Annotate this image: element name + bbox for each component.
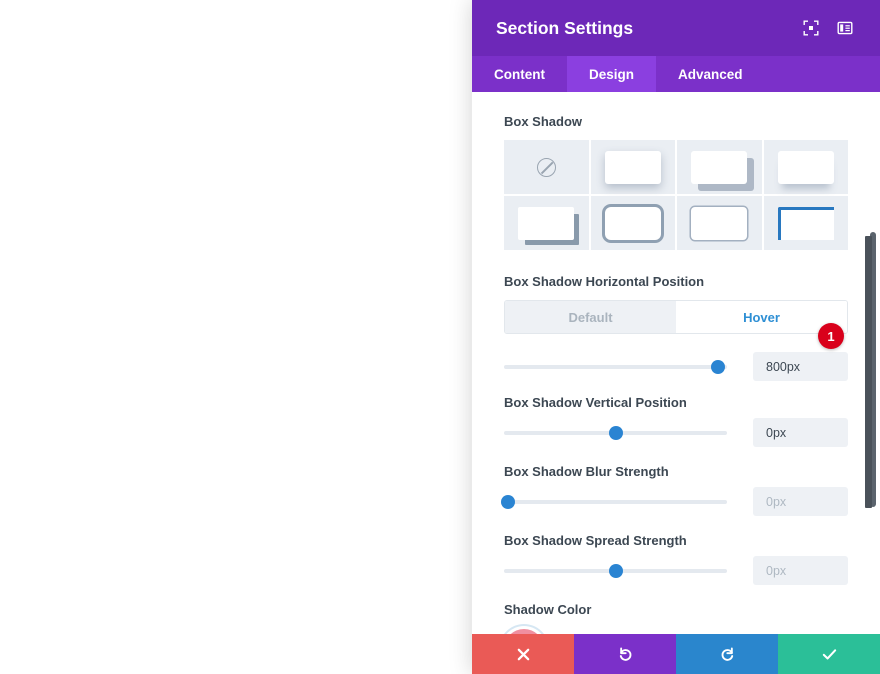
redo-icon [721, 647, 733, 661]
cancel-button[interactable] [472, 634, 574, 674]
eyedropper-icon[interactable] [504, 629, 544, 634]
no-shadow-icon [536, 157, 556, 177]
box-shadow-preset-top-left-accent[interactable] [763, 196, 848, 250]
horizontal-position-input[interactable]: 800px [753, 352, 848, 381]
expand-fullscreen-icon[interactable] [798, 15, 824, 41]
shadow-color-label: Shadow Color [504, 602, 592, 617]
screenshot-root: JANE DOE - PERSONAL STYLIST Personal Sty… [0, 0, 880, 674]
state-toggle: Default Hover [504, 300, 848, 334]
vertical-position-slider[interactable] [504, 422, 727, 444]
panel-layout-icon[interactable] [832, 15, 858, 41]
check-icon [822, 648, 836, 660]
box-shadow-preset-bottom-blur[interactable] [763, 140, 848, 194]
horizontal-position-slider[interactable] [504, 356, 727, 378]
box-shadow-preset-none[interactable] [504, 140, 589, 194]
box-shadow-preset-bottom-right-solid[interactable] [504, 196, 589, 250]
state-option-default[interactable]: Default [505, 301, 676, 333]
box-shadow-label: Box Shadow [504, 114, 583, 129]
spread-strength-input[interactable]: 0px [753, 556, 848, 585]
vertical-position-group: Box Shadow Vertical Position 0px [504, 395, 848, 447]
modal-action-bar [472, 634, 880, 674]
undo-button[interactable] [574, 634, 676, 674]
modal-title: Section Settings [496, 17, 634, 38]
box-shadow-preset-full-outline-thick[interactable] [590, 196, 675, 250]
box-shadow-preset-full-outline-thin[interactable] [677, 196, 762, 250]
box-shadow-preset-grid [504, 140, 848, 250]
horizontal-position-label: Box Shadow Horizontal Position [504, 274, 705, 289]
spread-strength-group: Box Shadow Spread Strength 0px [504, 533, 848, 585]
blur-strength-slider-handle[interactable] [501, 494, 516, 509]
redo-button[interactable] [676, 634, 778, 674]
shadow-color-group: Shadow Color [504, 602, 848, 634]
vertical-position-label: Box Shadow Vertical Position [504, 395, 687, 410]
section-settings-modal: Section Settings Content Design Advanced… [472, 0, 880, 674]
spread-strength-slider-handle[interactable] [608, 563, 623, 578]
annotation-badge-1: 1 [818, 323, 844, 349]
box-shadow-preset-soft-drop[interactable] [590, 140, 675, 194]
blur-strength-label: Box Shadow Blur Strength [504, 464, 669, 479]
close-icon [517, 648, 529, 660]
tab-content[interactable]: Content [472, 56, 567, 92]
horizontal-position-slider-handle[interactable] [711, 359, 726, 374]
undo-icon [619, 647, 631, 661]
modal-tab-bar: Content Design Advanced [472, 56, 880, 92]
shadow-color-swatches [504, 629, 848, 634]
spread-strength-slider[interactable] [504, 560, 727, 582]
horizontal-position-row: 800px [504, 352, 848, 381]
modal-body: Box Shadow Box Shadow Horizontal Positio… [472, 92, 880, 634]
tab-design[interactable]: Design [567, 56, 657, 92]
blur-strength-group: Box Shadow Blur Strength 0px [501, 464, 848, 516]
blur-strength-input[interactable]: 0px [753, 487, 848, 516]
vertical-position-input[interactable]: 0px [753, 418, 848, 447]
blur-strength-slider[interactable] [501, 491, 727, 513]
spread-strength-label: Box Shadow Spread Strength [504, 533, 687, 548]
page-scrollbar[interactable] [865, 236, 872, 508]
modal-header: Section Settings [472, 0, 880, 56]
save-button[interactable] [778, 634, 880, 674]
box-shadow-preset-hard-offset[interactable] [677, 140, 762, 194]
tab-advanced[interactable]: Advanced [656, 56, 765, 92]
vertical-position-slider-handle[interactable] [608, 425, 623, 440]
